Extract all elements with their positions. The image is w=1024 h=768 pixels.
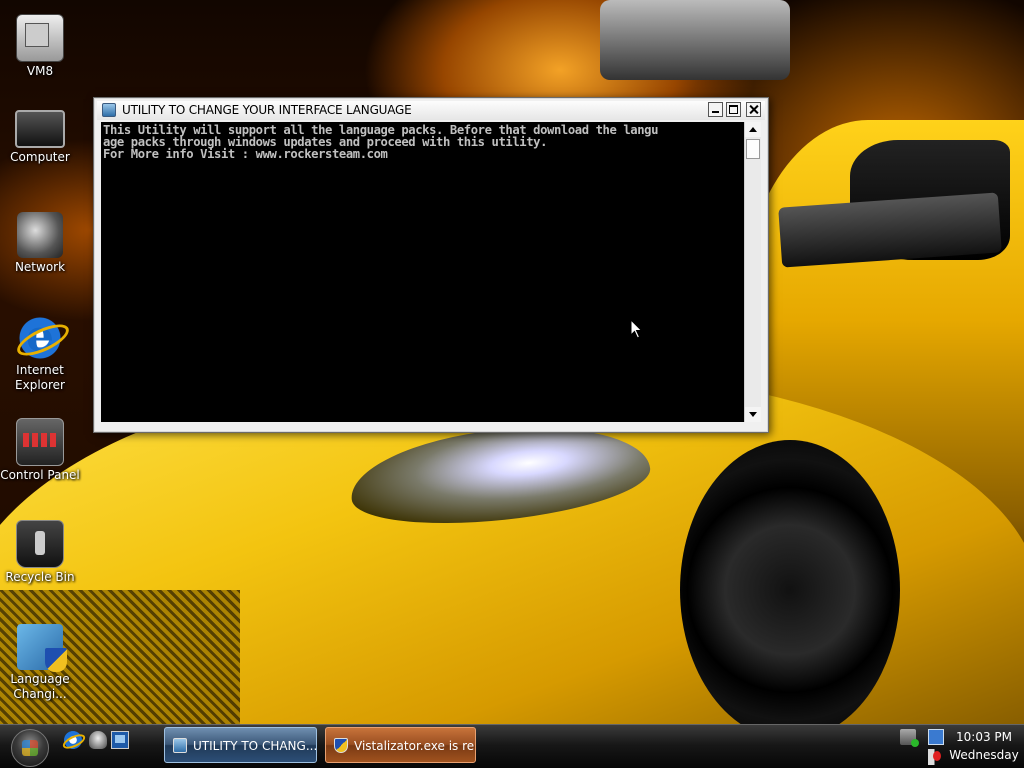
- window-titlebar[interactable]: UTILITY TO CHANGE YOUR INTERFACE LANGUAG…: [97, 101, 765, 120]
- network-icon: [17, 212, 63, 258]
- desktop-icon-label: Internet Explorer: [15, 363, 65, 392]
- desktop-icon-label: Language Changi...: [10, 672, 70, 701]
- internet-explorer-icon[interactable]: [64, 731, 82, 749]
- scroll-up-arrow-icon[interactable]: [745, 122, 761, 137]
- console-output[interactable]: This Utility will support all the langua…: [101, 122, 744, 422]
- console-window-icon: [173, 738, 187, 753]
- safely-remove-hardware-icon[interactable]: [900, 729, 919, 747]
- desktop-icon-internet-explorer[interactable]: Internet Explorer: [0, 311, 80, 393]
- internet-explorer-icon: [17, 311, 63, 362]
- uac-shield-icon: [334, 738, 348, 753]
- clock-time: 10:03 PM: [956, 730, 1012, 744]
- desktop-icon-language-changer[interactable]: Language Changi...: [0, 624, 80, 702]
- taskbar: UTILITY TO CHANG... Vistalizator.exe is …: [0, 724, 1024, 768]
- minimize-button[interactable]: [708, 102, 723, 117]
- close-button[interactable]: [746, 102, 761, 117]
- maximize-button[interactable]: [726, 102, 741, 117]
- vertical-scrollbar[interactable]: [744, 122, 761, 422]
- desktop-icon-control-panel[interactable]: Control Panel: [0, 418, 80, 483]
- console-text: This Utility will support all the langua…: [101, 122, 744, 160]
- desktop-icon-vm8[interactable]: VM8: [0, 14, 80, 79]
- desktop-icon-network[interactable]: Network: [0, 212, 80, 275]
- show-desktop-icon[interactable]: [89, 731, 107, 749]
- window-title: UTILITY TO CHANGE YOUR INTERFACE LANGUAG…: [122, 103, 412, 117]
- console-line: For More info Visit : www.rockersteam.co…: [103, 147, 388, 161]
- language-changer-icon: [17, 624, 67, 672]
- console-window[interactable]: UTILITY TO CHANGE YOUR INTERFACE LANGUAG…: [93, 97, 769, 433]
- taskbar-button-utility[interactable]: UTILITY TO CHANG...: [164, 727, 317, 763]
- taskbar-button-vistalizator[interactable]: Vistalizator.exe is re...: [325, 727, 476, 763]
- network-status-icon[interactable]: [928, 729, 944, 745]
- taskbar-button-label: Vistalizator.exe is re...: [354, 739, 476, 753]
- clock-day: Wednesday: [949, 748, 1019, 762]
- wallpaper-gun-top: [600, 0, 790, 80]
- desktop-icon-label: Network: [14, 260, 66, 274]
- console-window-icon[interactable]: [102, 103, 116, 117]
- switch-windows-icon[interactable]: [111, 731, 129, 749]
- desktop-icon-recycle-bin[interactable]: Recycle Bin: [0, 520, 80, 585]
- wallpaper-wheel: [680, 440, 900, 724]
- desktop-icon-label: Control Panel: [0, 468, 80, 482]
- desktop-icon-label: Computer: [10, 150, 70, 164]
- control-panel-icon: [16, 418, 64, 466]
- scrollbar-thumb[interactable]: [746, 139, 760, 159]
- start-button[interactable]: [11, 729, 49, 767]
- volume-muted-icon[interactable]: [928, 749, 944, 765]
- desktop-icon-label: VM8: [26, 64, 54, 78]
- desktop-icon-label: Recycle Bin: [5, 570, 75, 584]
- system-clock[interactable]: 10:03 PM Wednesday: [948, 728, 1020, 764]
- desktop-icon-computer[interactable]: Computer: [0, 104, 80, 165]
- taskbar-button-label: UTILITY TO CHANG...: [193, 739, 317, 753]
- vm8-icon: [16, 14, 64, 62]
- computer-icon: [15, 110, 65, 148]
- recycle-bin-icon: [16, 520, 64, 568]
- scroll-down-arrow-icon[interactable]: [745, 407, 761, 422]
